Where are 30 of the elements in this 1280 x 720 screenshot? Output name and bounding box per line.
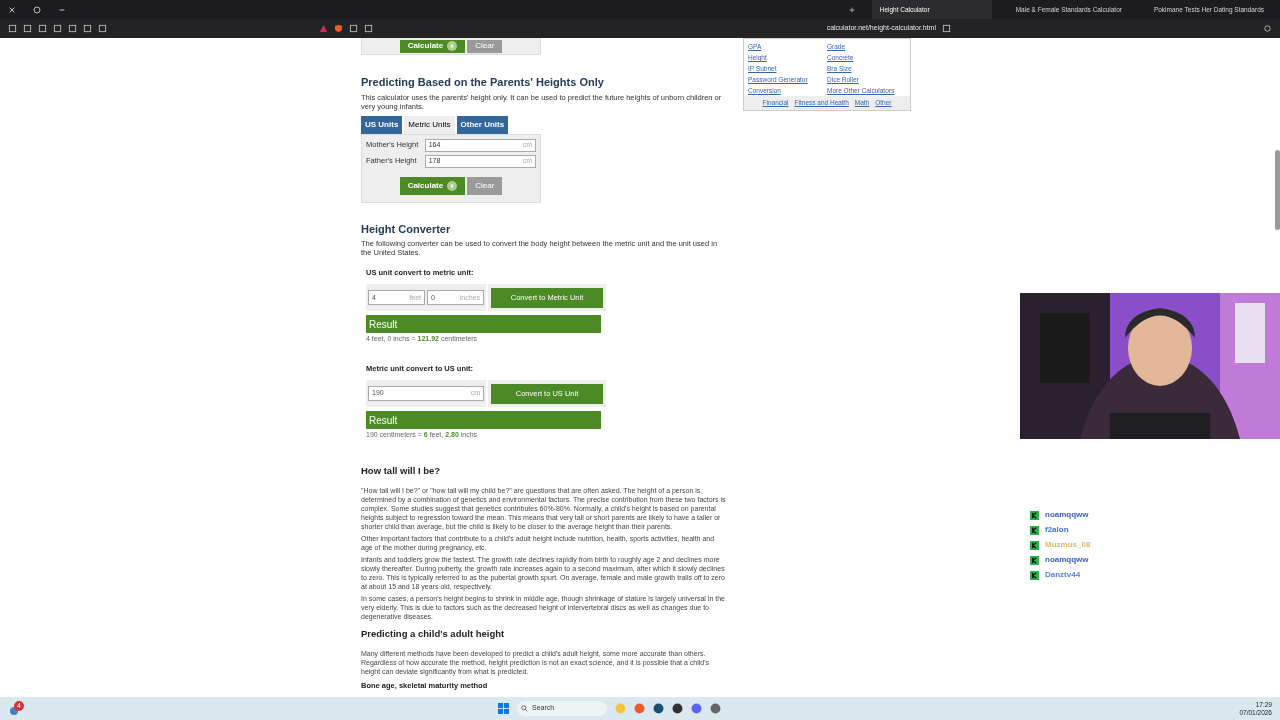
close-icon[interactable] — [8, 5, 16, 14]
unit-tab[interactable]: Metric Units — [404, 115, 455, 134]
badge-icon[interactable] — [1030, 510, 1039, 520]
calculate-button[interactable]: Calculate — [399, 39, 466, 53]
play-icon — [447, 180, 458, 191]
section-heading: Predicting Based on the Parents' Heights Only — [361, 75, 605, 90]
badge-icon[interactable] — [1030, 540, 1039, 550]
section-heading: How tall will I be? — [361, 463, 442, 478]
play-icon — [447, 41, 458, 51]
app-icon[interactable] — [672, 703, 683, 714]
badge-icon[interactable] — [1030, 555, 1039, 565]
windows-icon[interactable] — [498, 703, 509, 714]
search-icon[interactable] — [521, 705, 528, 712]
result-header: Result — [366, 315, 601, 334]
result-header: Result — [366, 411, 601, 429]
chat-username: f2alon — [1045, 524, 1069, 536]
triangle-icon[interactable] — [319, 24, 328, 33]
badge-icon[interactable] — [1030, 525, 1039, 535]
badge-icon[interactable] — [1030, 570, 1039, 580]
chat-username: Muzmus_08 — [1045, 539, 1091, 551]
unit-tab[interactable]: Other Units — [456, 115, 509, 134]
new-tab-icon[interactable] — [847, 5, 856, 14]
calculate-button[interactable]: Calculate — [399, 176, 466, 195]
chat-username: Danztv44 — [1045, 569, 1081, 581]
section-heading: Height Converter — [361, 221, 452, 237]
unit-tab[interactable]: US Units — [361, 115, 403, 134]
scrollbar-thumb[interactable] — [1275, 150, 1280, 230]
section-heading: Predicting a child's adult height — [361, 626, 506, 641]
chat-username: noamqqww — [1045, 554, 1089, 566]
chat-username: noamqqww — [1045, 509, 1089, 521]
